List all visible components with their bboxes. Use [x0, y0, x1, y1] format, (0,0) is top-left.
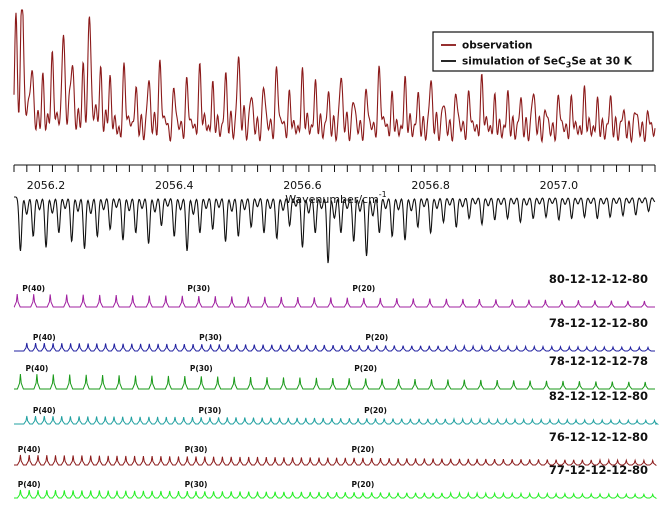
branch-label: P(20) [352, 284, 375, 293]
isotopologue-line [14, 373, 655, 390]
branch-label: P(30) [187, 284, 210, 293]
spectrum-figure: 2056.2 2056.4 2056.6 2056.8 2057.0Wavenumber… [13, 9, 660, 499]
x-tick-label: 2057.0 [540, 179, 579, 192]
isotopologue-name: 80-12-12-12-80 [549, 272, 648, 286]
legend-label-simulation: simulation of SeC3Se at 30 K [462, 56, 633, 70]
x-tick-label: 2056.2 [27, 179, 66, 192]
isotopologue-76-12-12-12-80: P(40) P(30) P(20) 76-12-12-12-80 [14, 430, 658, 466]
branch-label: P(30) [190, 364, 213, 373]
branch-label: P(40) [33, 333, 56, 342]
isotopologue-name: 76-12-12-12-80 [549, 430, 648, 444]
isotopologue-78-12-12-12-78: P(40) P(30) P(20) 78-12-12-12-78 [14, 354, 655, 390]
branch-label: P(40) [22, 284, 45, 293]
isotopologue-line [14, 342, 655, 352]
branch-label: P(20) [354, 364, 377, 373]
branch-label: P(30) [199, 333, 222, 342]
legend: observation simulation of SeC3Se at 30 K [432, 31, 654, 72]
branch-label: P(20) [351, 445, 374, 454]
isotopologue-80-12-12-12-80: P(40) P(30) P(20) 80-12-12-12-80 [13, 272, 655, 308]
simulation-line [14, 196, 656, 264]
legend-label-observation: observation [462, 40, 533, 52]
branch-label: P(40) [18, 480, 41, 489]
branch-label: P(40) [33, 406, 56, 415]
isotopologue-78-12-12-12-80: P(40) P(30) P(20) 78-12-12-12-80 [14, 316, 655, 352]
isotopologue-stick-spectra: P(40) P(30) P(20)80-12-12-12-80P(40) P(30) P… [13, 272, 660, 499]
branch-label: P(20) [351, 480, 374, 489]
isotopologue-name: 82-12-12-12-80 [549, 389, 648, 403]
branch-label: P(30) [185, 445, 208, 454]
branch-label: P(30) [198, 406, 221, 415]
isotopologue-77-12-12-12-80: P(40) P(30) P(20) 77-12-12-12-80 [14, 463, 658, 499]
simulation-trace-group [14, 196, 656, 264]
branch-label: P(20) [364, 406, 387, 415]
isotopologue-name: 77-12-12-12-80 [549, 463, 648, 477]
observation-line [13, 9, 656, 144]
branch-label: P(40) [25, 364, 48, 373]
x-tick-label: 2056.4 [155, 179, 194, 192]
isotopologue-line [13, 293, 655, 308]
branch-label: P(30) [185, 480, 208, 489]
legend-label-simulation-part2: Se at 30 K [571, 56, 632, 68]
isotopologue-line [14, 415, 660, 425]
branch-label: P(20) [365, 333, 388, 342]
isotopologue-line [14, 489, 658, 499]
x-tick-label: 2056.8 [411, 179, 450, 192]
observation-trace-group [13, 9, 656, 144]
branch-label: P(40) [18, 445, 41, 454]
isotopologue-82-12-12-12-80: P(40) P(30) P(20) 82-12-12-12-80 [14, 389, 660, 425]
wavenumber-axis: 2056.2 2056.4 2056.6 2056.8 2057.0Wavenumber… [13, 164, 656, 206]
x-tick-label: 2056.6 [283, 179, 322, 192]
legend-label-simulation-part1: simulation of SeC [462, 56, 566, 68]
isotopologue-name: 78-12-12-12-80 [549, 316, 648, 330]
isotopologue-name: 78-12-12-12-78 [549, 354, 648, 368]
